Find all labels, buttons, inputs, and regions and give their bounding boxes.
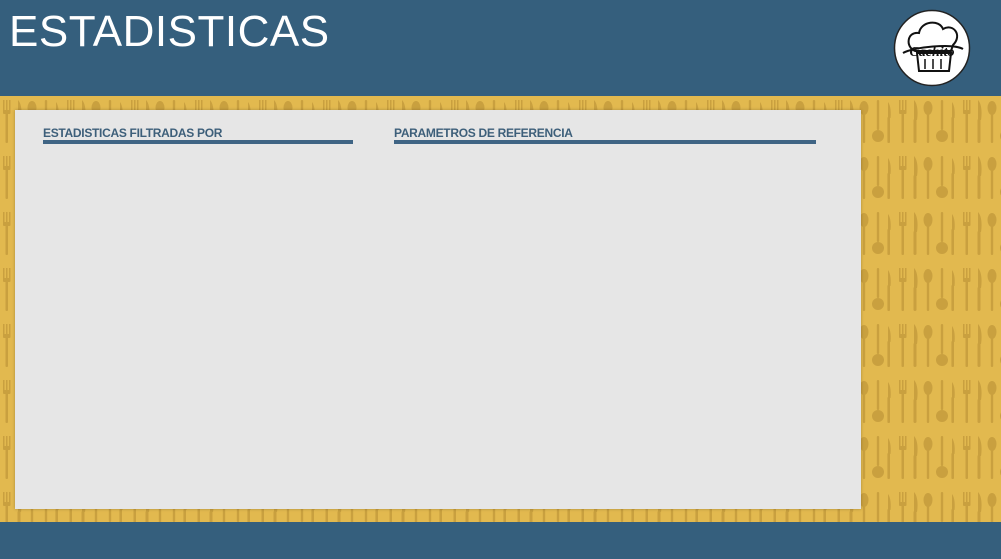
chef-hat-icon: Cachito bbox=[893, 9, 971, 87]
svg-text:Cachito: Cachito bbox=[909, 45, 954, 60]
statistics-panel: ESTADISTICAS FILTRADAS POR PARAMETROS DE… bbox=[15, 110, 861, 509]
filtered-statistics-section: ESTADISTICAS FILTRADAS POR bbox=[43, 126, 353, 144]
reference-parameters-title: PARAMETROS DE REFERENCIA bbox=[394, 126, 573, 140]
header-bar: ESTADISTICAS Cachito bbox=[0, 0, 1001, 96]
footer-bar bbox=[0, 522, 1001, 559]
page-title: ESTADISTICAS bbox=[9, 7, 330, 56]
cachito-logo: Cachito bbox=[893, 9, 971, 87]
filtered-statistics-divider bbox=[43, 140, 353, 144]
reference-parameters-section: PARAMETROS DE REFERENCIA bbox=[394, 126, 816, 144]
reference-parameters-divider bbox=[394, 140, 816, 144]
filtered-statistics-title: ESTADISTICAS FILTRADAS POR bbox=[43, 126, 223, 140]
